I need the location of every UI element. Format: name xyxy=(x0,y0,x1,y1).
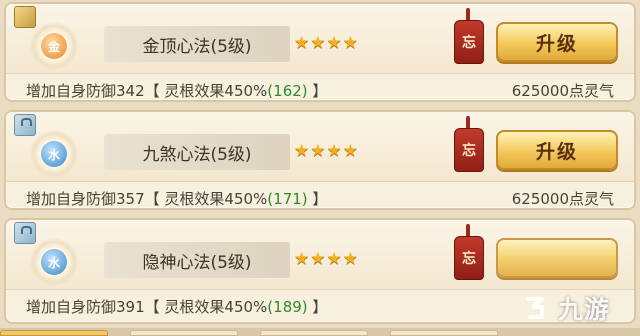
forget-label: 忘 xyxy=(454,128,484,172)
skill-description: 增加自身防御342【 灵根效果450%(162) 】 xyxy=(26,80,327,101)
upgrade-button[interactable]: 升级 xyxy=(496,130,618,170)
bottom-tab[interactable] xyxy=(260,330,368,336)
description-text: 增加自身防御391【 灵根效果450% xyxy=(26,298,268,316)
upgrade-button[interactable]: 升级 xyxy=(496,22,618,62)
description-bonus: (171) xyxy=(267,190,308,208)
description-close: 】 xyxy=(307,298,328,316)
description-close: 】 xyxy=(307,82,328,100)
star-icon: ★ xyxy=(342,249,358,269)
forget-label: 忘 xyxy=(454,20,484,64)
element-emblem-icon: 金 xyxy=(30,22,78,70)
forget-label: 忘 xyxy=(454,236,484,280)
star-icon: ★ xyxy=(326,33,342,53)
description-close: 】 xyxy=(307,190,328,208)
lock-icon xyxy=(14,222,36,244)
star-icon: ★ xyxy=(294,141,310,161)
star-icon: ★ xyxy=(326,249,342,269)
skill-name: 九煞心法(5级) xyxy=(104,134,290,170)
bottom-tab-strip xyxy=(0,328,640,336)
star-icon: ★ xyxy=(294,33,310,53)
watermark-text: 九游 xyxy=(558,295,611,324)
star-icon: ★ xyxy=(310,33,326,53)
star-rating: ★ ★ ★ ★ xyxy=(294,142,358,160)
watermark: 九游 xyxy=(522,290,610,326)
bottom-tab[interactable] xyxy=(0,330,108,336)
element-label: 金 xyxy=(41,33,67,59)
bottom-tab[interactable] xyxy=(130,330,238,336)
description-text: 增加自身防御342【 灵根效果450% xyxy=(26,82,268,100)
star-icon: ★ xyxy=(326,141,342,161)
skill-description: 增加自身防御357【 灵根效果450%(171) 】 xyxy=(26,188,327,209)
forget-button[interactable]: 忘 xyxy=(448,116,488,176)
skill-name: 金顶心法(5级) xyxy=(104,26,290,62)
element-label: 水 xyxy=(41,141,67,167)
star-rating: ★ ★ ★ ★ xyxy=(294,250,358,268)
forget-button[interactable]: 忘 xyxy=(448,224,488,284)
upgrade-cost: 625000点灵气 xyxy=(511,190,614,208)
description-bonus: (189) xyxy=(267,298,308,316)
star-icon: ★ xyxy=(342,141,358,161)
skill-description: 增加自身防御391【 灵根效果450%(189) 】 xyxy=(26,296,327,317)
skill-card-1: 金 金顶心法(5级) ★ ★ ★ ★ 忘 升级 增加自身防御342【 灵根效果4… xyxy=(4,2,636,102)
element-emblem-icon: 水 xyxy=(30,130,78,178)
bottom-tab[interactable] xyxy=(390,330,498,336)
star-icon: ★ xyxy=(310,249,326,269)
upgrade-button[interactable] xyxy=(496,238,618,278)
skill-name: 隐神心法(5级) xyxy=(104,242,290,278)
lock-icon xyxy=(14,114,36,136)
corner-badge-icon xyxy=(14,6,36,28)
jiuyou-logo-icon xyxy=(526,297,544,319)
star-rating: ★ ★ ★ ★ xyxy=(294,34,358,52)
forget-button[interactable]: 忘 xyxy=(448,8,488,68)
star-icon: ★ xyxy=(294,249,310,269)
skill-card-2: 水 九煞心法(5级) ★ ★ ★ ★ 忘 升级 增加自身防御357【 灵根效果4… xyxy=(4,110,636,210)
star-icon: ★ xyxy=(310,141,326,161)
star-icon: ★ xyxy=(342,33,358,53)
description-text: 增加自身防御357【 灵根效果450% xyxy=(26,190,268,208)
description-bonus: (162) xyxy=(267,82,308,100)
upgrade-cost: 625000点灵气 xyxy=(511,82,614,100)
element-label: 水 xyxy=(41,249,67,275)
element-emblem-icon: 水 xyxy=(30,238,78,286)
